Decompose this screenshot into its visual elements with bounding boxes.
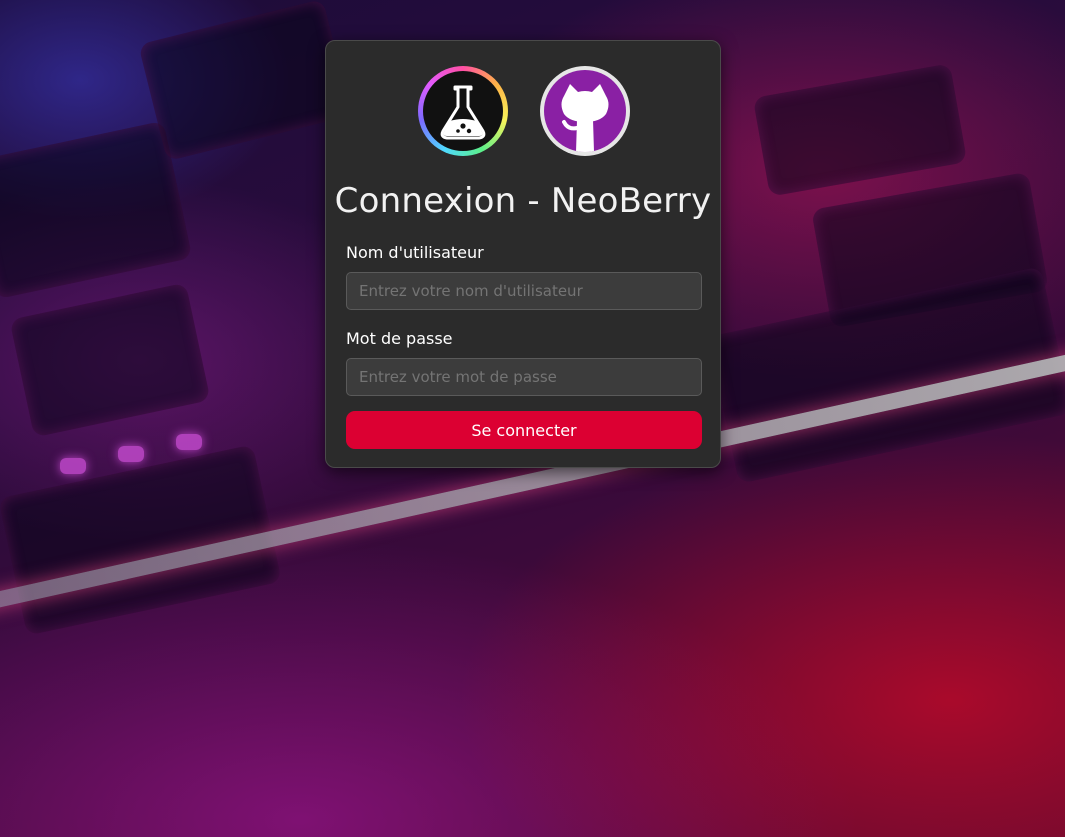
github-octocat-icon [561,84,609,152]
page-title: Connexion - NeoBerry [334,181,712,221]
background-led [118,446,144,462]
background-led [176,434,202,450]
username-input[interactable] [346,272,702,310]
background-key [9,282,211,438]
flask-logo [418,66,508,156]
background-key [138,0,352,162]
password-label: Mot de passe [346,329,453,348]
login-button[interactable]: Se connecter [346,411,702,449]
username-label: Nom d'utilisateur [346,243,484,262]
password-input[interactable] [346,358,702,396]
background-led [60,458,86,474]
background-key [752,63,968,197]
login-card: Connexion - NeoBerry Nom d'utilisateur M… [325,40,721,468]
flask-icon [440,85,486,140]
github-logo [540,66,630,156]
logos-row [326,66,720,158]
